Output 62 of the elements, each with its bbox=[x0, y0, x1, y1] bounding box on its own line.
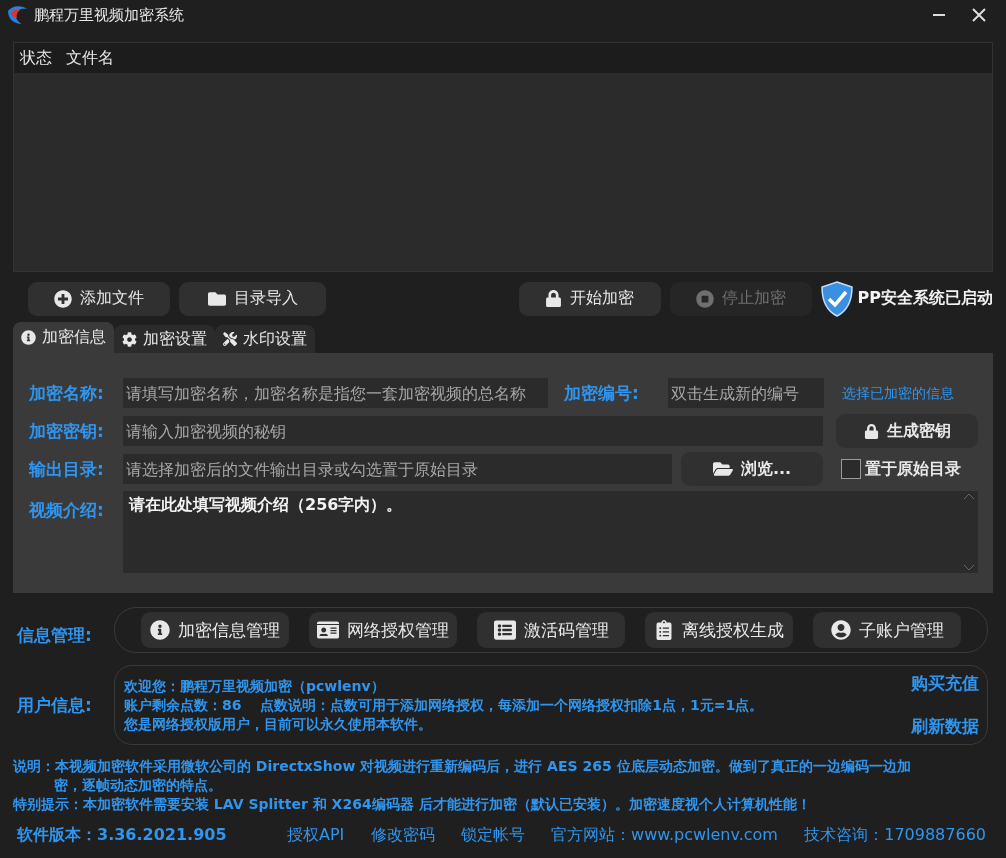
key-input[interactable]: 请输入加密视频的秘钥 bbox=[123, 416, 823, 446]
number-input[interactable]: 双击生成新的编号 bbox=[668, 378, 824, 408]
field-label: 加密编号: bbox=[564, 381, 640, 405]
generate-key-button[interactable]: 生成密钥 bbox=[836, 414, 978, 448]
management-button[interactable]: 离线授权生成 bbox=[645, 612, 793, 648]
tab[interactable]: 加密信息 bbox=[13, 322, 114, 353]
footer-link[interactable]: 授权API bbox=[287, 824, 345, 846]
close-icon bbox=[972, 8, 986, 22]
toolbar-button[interactable]: 开始加密 bbox=[518, 281, 661, 316]
browse-button[interactable]: 浏览... bbox=[681, 452, 823, 486]
note-text: 说明：本视频加密软件采用微软公司的 DirectxShow 对视频进行重新编码后，进行 AES 265 位底层动态加密。做到了真正的一边编码一边加密，逐帧动态加密的特点。 bbox=[12, 757, 912, 795]
window-title: 鹏程万里视频加密系统 bbox=[34, 5, 185, 25]
section-label: 信息管理: bbox=[17, 623, 93, 647]
column-header[interactable]: 状态 bbox=[20, 47, 52, 69]
minimize-icon bbox=[933, 14, 945, 16]
user-info-text: 您是网络授权版用户，目前可以永久使用本软件。 bbox=[124, 714, 433, 734]
info-icon bbox=[21, 330, 36, 345]
field-label: 输出目录: bbox=[29, 457, 105, 481]
name-input[interactable]: 请填写加密名称，加密名称是指您一套加密视频的总名称 bbox=[123, 378, 548, 408]
action-link[interactable]: 购买充值 bbox=[911, 672, 979, 695]
version-text: 软件版本：3.36.2021.905 bbox=[17, 824, 228, 846]
toolbar-button[interactable]: 添加文件 bbox=[28, 281, 170, 316]
lock-icon bbox=[545, 290, 563, 307]
field-label: 视频介绍: bbox=[29, 499, 105, 522]
output-input[interactable]: 请选择加密后的文件输出目录或勾选置于原始目录 bbox=[123, 454, 672, 484]
shield-check-icon bbox=[819, 280, 854, 317]
column-header[interactable]: 文件名 bbox=[66, 47, 114, 69]
stop-icon bbox=[695, 289, 714, 308]
folder-icon bbox=[207, 289, 226, 308]
user-info-text: 欢迎您：鹏程万里视频加密（pcwlenv） bbox=[124, 676, 386, 696]
section-label: 用户信息: bbox=[17, 693, 93, 717]
field-label: 加密名称: bbox=[29, 381, 105, 405]
management-button[interactable]: 加密信息管理 bbox=[141, 612, 289, 648]
tab[interactable]: 水印设置 bbox=[215, 325, 315, 353]
field-label: 加密密钥: bbox=[29, 419, 105, 443]
list-icon bbox=[493, 619, 516, 641]
management-button[interactable]: 网络授权管理 bbox=[309, 612, 457, 648]
user-info-text: 账户剩余点数：86 点数说明：点数可用于添加网络授权，每添加一个网络授权扣除1点，1元=1点。 bbox=[124, 695, 765, 715]
checkbox-label: 置于原始目录 bbox=[865, 458, 961, 480]
id-card-icon bbox=[317, 619, 339, 641]
scroll-down-icon[interactable] bbox=[963, 564, 975, 571]
scroll-up-icon[interactable] bbox=[963, 493, 975, 500]
checkbox[interactable] bbox=[841, 459, 861, 479]
intro-textarea[interactable]: 请在此处填写视频介绍（256字内）。 bbox=[123, 491, 978, 573]
user-icon bbox=[830, 620, 851, 640]
clipboard-icon bbox=[654, 620, 674, 640]
tools-icon bbox=[223, 332, 237, 346]
tab[interactable]: 加密设置 bbox=[114, 325, 215, 353]
folder-open-icon bbox=[712, 459, 733, 479]
footer-link[interactable]: 技术咨询：1709887660 bbox=[804, 824, 986, 846]
note-text: 特别提示：本加密软件需要安装 LAV Splitter 和 X264编码器 后才能进行加密（默认已安装）。加密速度视个人计算机性能！ bbox=[11, 795, 812, 814]
management-button[interactable]: 子账户管理 bbox=[813, 612, 961, 648]
security-status: PP安全系统已启动 bbox=[857, 288, 993, 309]
gear-icon bbox=[122, 331, 137, 347]
action-link[interactable]: 刷新数据 bbox=[911, 715, 979, 738]
info-icon bbox=[150, 620, 170, 640]
select-encrypted-link[interactable]: 选择已加密的信息 bbox=[842, 385, 954, 401]
footer-link[interactable]: 修改密码 bbox=[370, 824, 435, 846]
footer-link[interactable]: 锁定帐号 bbox=[460, 824, 525, 846]
management-button[interactable]: 激活码管理 bbox=[477, 612, 625, 648]
toolbar-button[interactable]: 目录导入 bbox=[179, 281, 326, 316]
footer-link[interactable]: 官方网站：www.pcwlenv.com bbox=[551, 824, 778, 846]
